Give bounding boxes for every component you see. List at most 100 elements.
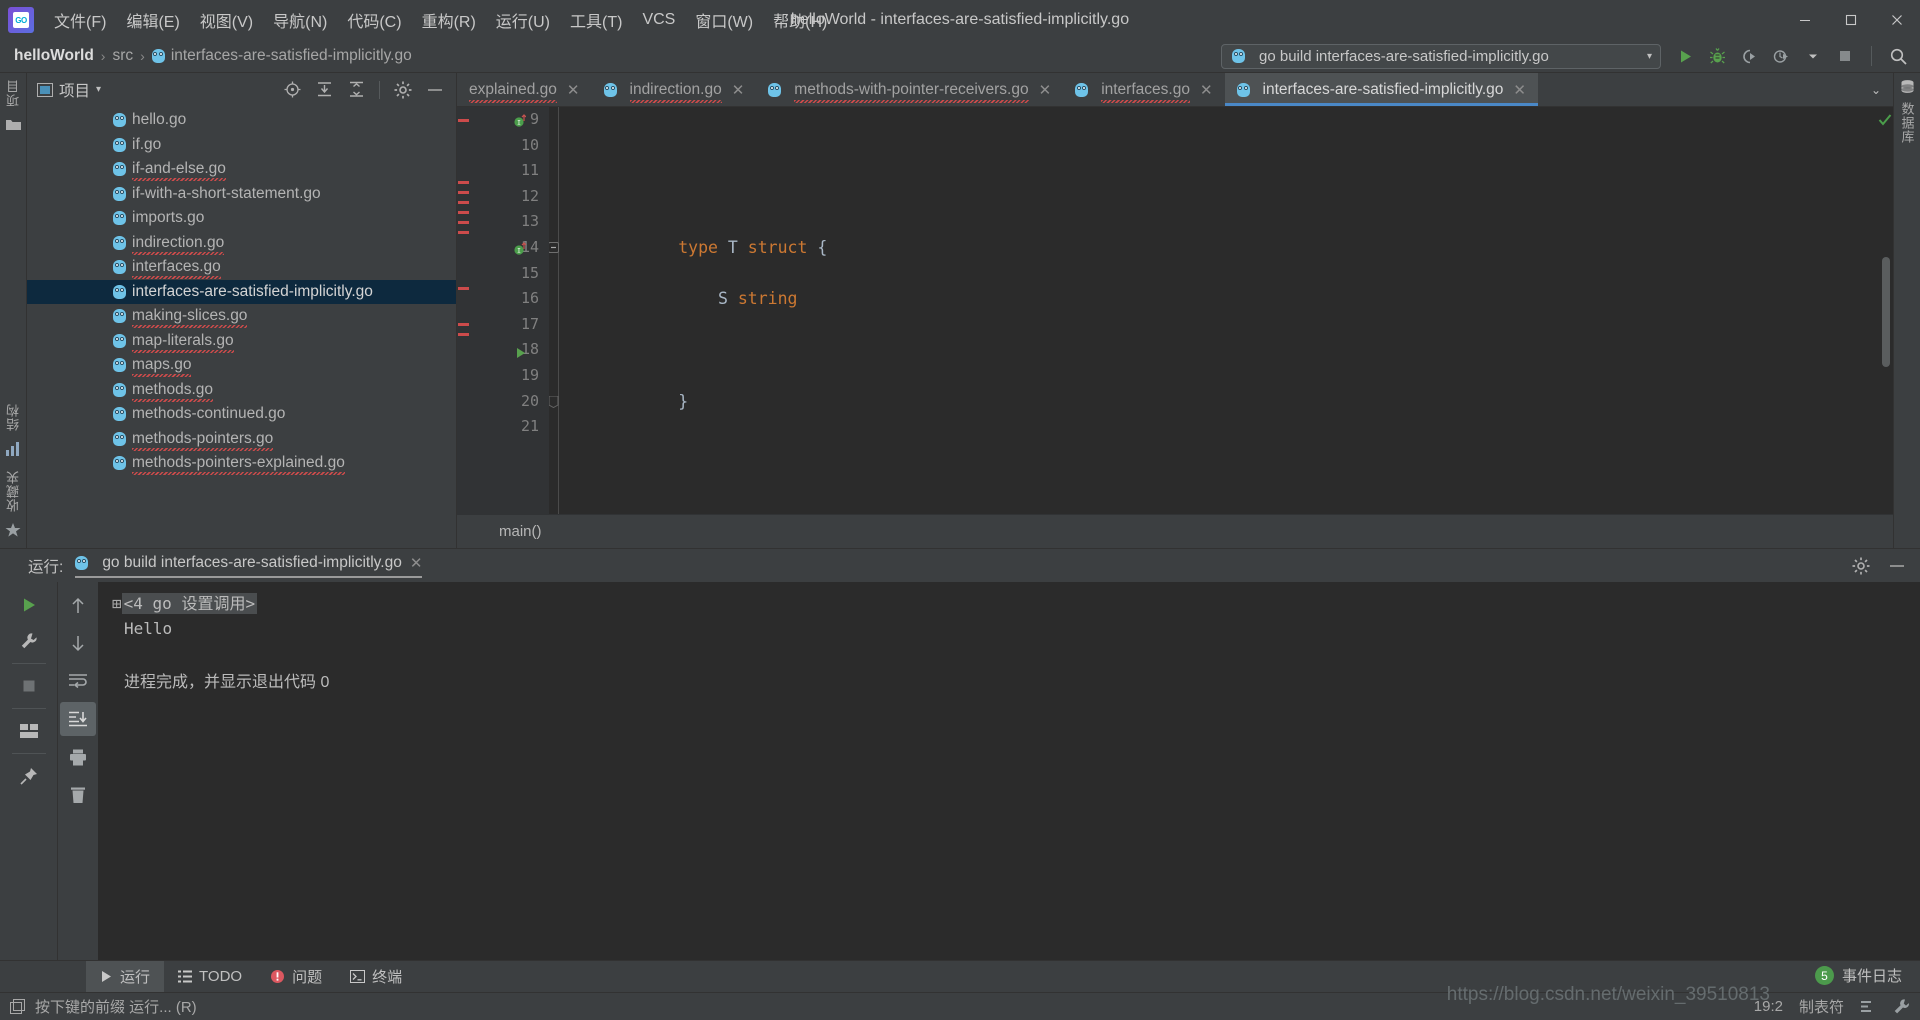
list-item[interactable]: if.go xyxy=(27,133,456,158)
editor-scrollbar[interactable] xyxy=(1877,107,1893,514)
sidebar-item-project[interactable]: 项目 xyxy=(4,73,23,113)
collapse-all-button[interactable] xyxy=(343,78,369,102)
pin-tab-button[interactable] xyxy=(11,759,47,793)
implements-interface-marker-icon[interactable]: I xyxy=(513,114,526,127)
close-icon[interactable]: ✕ xyxy=(1513,81,1526,99)
list-item[interactable]: maps.go xyxy=(27,353,456,378)
stop-process-button[interactable] xyxy=(11,669,47,703)
profile-button[interactable] xyxy=(1767,43,1795,69)
menu-code[interactable]: 代码(C) xyxy=(337,4,411,36)
line-number-gutter[interactable]: 9 10 11 12 13 14 15 16 17 18 19 20 21 I xyxy=(471,107,549,514)
list-item[interactable]: interfaces-are-satisfied-implicitly.go xyxy=(27,279,456,304)
list-item[interactable]: if-and-else.go xyxy=(27,157,456,182)
list-item[interactable]: methods-pointers-explained.go xyxy=(27,451,456,476)
scroll-to-end-button[interactable] xyxy=(60,702,96,736)
list-item[interactable]: if-with-a-short-statement.go xyxy=(27,182,456,207)
breadcrumb-src[interactable]: src xyxy=(112,47,133,65)
code-editor[interactable]: 9 10 11 12 13 14 15 16 17 18 19 20 21 I xyxy=(457,107,1893,514)
layout-settings-button[interactable] xyxy=(11,714,47,748)
status-wrench-icon[interactable] xyxy=(1893,998,1910,1015)
project-file-tree[interactable]: hello.go if.go if-and-else.go if-with-a-sho… xyxy=(27,106,456,548)
maximize-button[interactable] xyxy=(1828,0,1874,40)
menu-help[interactable]: 帮助(H) xyxy=(763,4,837,36)
editor-breadcrumb[interactable]: main() xyxy=(457,514,1893,548)
status-window-icon[interactable] xyxy=(10,999,25,1014)
tool-todo[interactable]: TODO xyxy=(164,961,256,993)
tool-run[interactable]: 运行 xyxy=(86,960,165,993)
list-item[interactable]: methods.go xyxy=(27,378,456,403)
run-session-close-icon[interactable]: ✕ xyxy=(410,554,423,572)
editor-tab[interactable]: methods-with-pointer-receivers.go ✕ xyxy=(756,73,1064,106)
expand-command-icon[interactable]: ⊞ xyxy=(112,594,122,613)
inspection-ok-icon[interactable] xyxy=(1877,113,1893,127)
editor-tab[interactable]: interfaces-are-satisfied-implicitly.go ✕ xyxy=(1224,73,1539,106)
event-log-indicator[interactable]: 5 事件日志 xyxy=(1814,965,1902,986)
up-the-stack-trace-button[interactable] xyxy=(60,588,96,622)
close-icon[interactable]: ✕ xyxy=(567,81,580,99)
menu-run[interactable]: 运行(U) xyxy=(486,4,560,36)
project-scope-chevron-icon[interactable]: ▾ xyxy=(96,84,101,95)
run-with-coverage-button[interactable] xyxy=(1735,43,1763,69)
project-folder-icon[interactable] xyxy=(5,117,22,131)
close-button[interactable] xyxy=(1874,0,1920,40)
run-settings-gear-icon[interactable] xyxy=(1848,554,1874,578)
menu-view[interactable]: 视图(V) xyxy=(190,4,263,36)
star-icon[interactable] xyxy=(5,522,21,538)
menu-file[interactable]: 文件(F) xyxy=(44,4,116,36)
list-item[interactable]: methods-continued.go xyxy=(27,402,456,427)
menu-window[interactable]: 窗口(W) xyxy=(685,4,763,36)
menu-vcs[interactable]: VCS xyxy=(632,7,685,33)
close-icon[interactable]: ✕ xyxy=(732,81,745,99)
rerun-button[interactable] xyxy=(11,588,47,622)
fold-end-icon[interactable] xyxy=(549,344,687,458)
search-everywhere-button[interactable] xyxy=(1884,43,1912,69)
settings-gear-icon[interactable] xyxy=(390,78,416,102)
close-icon[interactable]: ✕ xyxy=(1200,81,1213,99)
down-the-stack-trace-button[interactable] xyxy=(60,626,96,660)
close-icon[interactable]: ✕ xyxy=(1039,81,1052,99)
minimize-button[interactable] xyxy=(1782,0,1828,40)
caret-position[interactable]: 19:2 xyxy=(1754,998,1783,1015)
clear-all-trash-icon[interactable] xyxy=(60,778,96,812)
hide-run-window-button[interactable] xyxy=(1884,554,1910,578)
editor-tab[interactable]: indirection.go ✕ xyxy=(591,73,757,106)
indent-separator-label[interactable]: 制表符 xyxy=(1799,996,1844,1017)
breadcrumb-file[interactable]: interfaces-are-satisfied-implicitly.go xyxy=(171,47,412,65)
stop-button[interactable] xyxy=(1831,43,1859,69)
menu-navigate[interactable]: 导航(N) xyxy=(263,4,337,36)
debug-button[interactable] xyxy=(1703,43,1731,69)
chevron-down-icon[interactable]: ⌄ xyxy=(1859,73,1893,106)
scroll-from-source-button[interactable] xyxy=(279,78,305,102)
expand-all-button[interactable] xyxy=(311,78,337,102)
menu-edit[interactable]: 编辑(E) xyxy=(116,4,189,36)
list-item[interactable]: imports.go xyxy=(27,206,456,231)
editor-tab-bar[interactable]: explained.go ✕ indirection.go ✕ methods-with… xyxy=(457,73,1893,107)
run-session-tab[interactable]: go build interfaces-are-satisfied-implic… xyxy=(75,554,423,578)
code-text[interactable]: type T struct { S string } //此方法表示类型T实现了… xyxy=(549,107,1877,514)
list-item[interactable]: indirection.go xyxy=(27,231,456,256)
list-item[interactable]: map-literals.go xyxy=(27,329,456,354)
list-item[interactable]: hello.go xyxy=(27,108,456,133)
list-item[interactable]: methods-pointers.go xyxy=(27,427,456,452)
editor-tab[interactable]: interfaces.go ✕ xyxy=(1063,73,1225,106)
run-button[interactable] xyxy=(1671,43,1699,69)
tool-terminal[interactable]: 终端 xyxy=(336,961,416,993)
print-button[interactable] xyxy=(60,740,96,774)
structure-icon[interactable] xyxy=(5,441,21,456)
list-item[interactable]: interfaces.go xyxy=(27,255,456,280)
menu-tools[interactable]: 工具(T) xyxy=(560,4,632,36)
soft-wrap-button[interactable] xyxy=(60,664,96,698)
run-configuration-selector[interactable]: go build interfaces-are-satisfied-implic… xyxy=(1221,43,1661,69)
scrollbar-thumb[interactable] xyxy=(1882,257,1890,367)
database-icon[interactable] xyxy=(1899,79,1916,96)
editor-tab[interactable]: explained.go ✕ xyxy=(457,73,592,106)
run-main-gutter-icon[interactable] xyxy=(515,347,527,359)
edit-configuration-wrench-icon[interactable] xyxy=(11,624,47,658)
hide-panel-button[interactable] xyxy=(422,78,448,102)
breadcrumb-project[interactable]: helloWorld xyxy=(14,47,94,65)
tool-problems[interactable]: 问题 xyxy=(256,961,336,993)
sidebar-item-structure[interactable]: 结构 xyxy=(4,397,23,437)
sidebar-item-database[interactable]: 数据库 xyxy=(1898,96,1917,150)
status-inspection-icon[interactable] xyxy=(1860,998,1877,1015)
list-item[interactable]: making-slices.go xyxy=(27,304,456,329)
